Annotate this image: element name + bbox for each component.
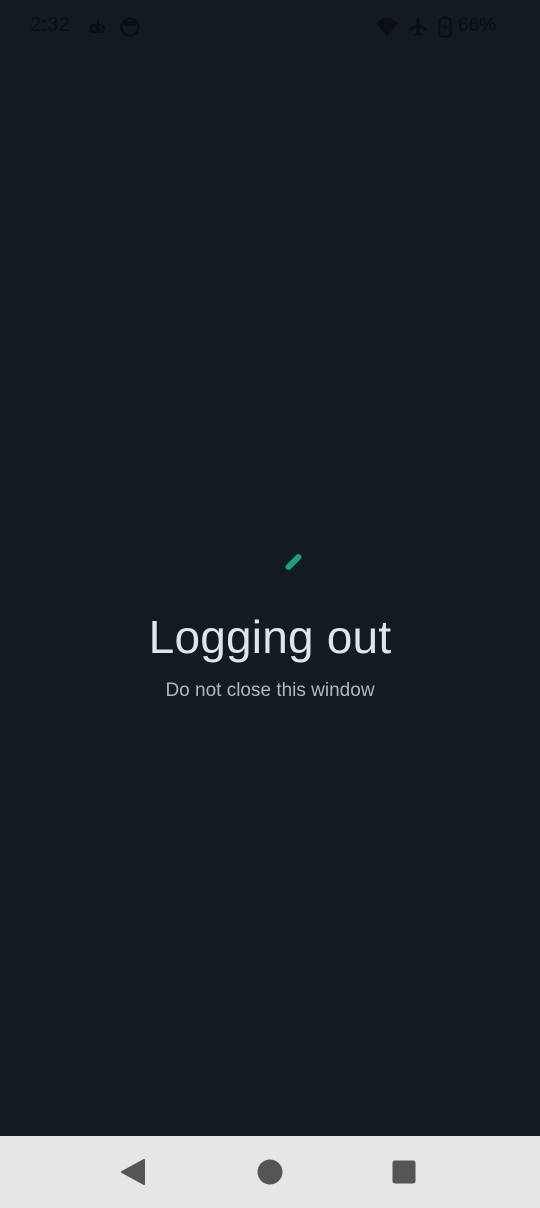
battery-percent: 66% — [458, 15, 497, 36]
wifi-icon — [375, 16, 398, 38]
loading-spinner — [280, 548, 308, 576]
face-icon — [119, 16, 141, 38]
status-time: 2:32 — [30, 14, 71, 36]
logout-screen: 2:32 66% Logging out Do not close this w… — [0, 0, 540, 1208]
battery-charging-icon — [438, 16, 452, 38]
game-controller-icon — [86, 16, 108, 38]
back-icon[interactable] — [118, 1156, 150, 1188]
recents-icon[interactable] — [388, 1156, 420, 1188]
airplane-icon — [407, 16, 429, 38]
page-title: Logging out — [148, 611, 392, 663]
navigation-bar — [0, 1136, 540, 1208]
page-subtitle: Do not close this window — [165, 680, 375, 701]
status-bar: 2:32 66% — [0, 0, 540, 56]
home-icon[interactable] — [254, 1156, 286, 1188]
